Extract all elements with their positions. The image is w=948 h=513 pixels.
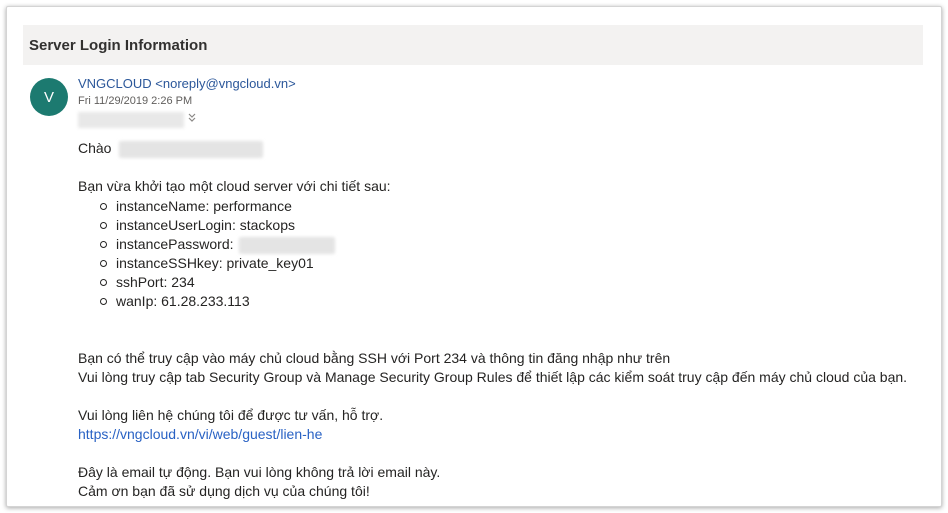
email-reading-pane: Server Login Information V VNGCLOUD <nor… <box>6 6 942 507</box>
sender-avatar[interactable]: V <box>30 78 68 116</box>
greeting: Chào <box>78 140 112 156</box>
contact-link[interactable]: https://vngcloud.vn/vi/web/guest/lien-he <box>78 426 322 442</box>
auto-reply-line: Đây là email tự động. Bạn vui lòng không… <box>78 464 441 480</box>
redacted-recipient <box>78 112 184 128</box>
bullet-icon <box>100 279 107 286</box>
sent-date: Fri 11/29/2019 2:26 PM <box>78 95 193 107</box>
list-item: wanIp: 61.28.233.113 <box>100 292 938 311</box>
redacted-password <box>239 236 336 254</box>
bullet-icon <box>100 203 107 210</box>
list-item: sshPort: 234 <box>100 273 938 292</box>
email-body: Chào Bạn vừa khởi tạo một cloud server v… <box>78 139 938 501</box>
list-item: instanceUserLogin: stackops <box>100 216 938 235</box>
bullet-icon <box>100 241 107 248</box>
access-line: Bạn có thể truy cập vào máy chủ cloud bằ… <box>78 350 671 366</box>
sender-name[interactable]: VNGCLOUD <noreply@vngcloud.vn> <box>78 76 296 91</box>
server-details-list: instanceName: performance instanceUserLo… <box>100 197 938 311</box>
bullet-icon <box>100 298 107 305</box>
list-item: instanceName: performance <box>100 197 938 216</box>
security-line: Vui lòng truy cập tab Security Group và … <box>78 369 908 385</box>
greeting-line: Chào <box>78 139 938 158</box>
redacted-name <box>119 140 264 158</box>
double-chevron-down-icon[interactable] <box>186 111 198 125</box>
avatar-initial: V <box>43 88 54 106</box>
intro-line: Bạn vừa khởi tạo một cloud server với ch… <box>78 178 391 194</box>
list-item: instanceSSHkey: private_key01 <box>100 254 938 273</box>
thanks-line: Cảm ơn bạn đã sử dụng dịch vụ của chúng … <box>78 483 370 499</box>
bullet-icon <box>100 222 107 229</box>
subject-header: Server Login Information <box>23 25 923 65</box>
contact-line: Vui lòng liên hệ chúng tôi để được tư vấ… <box>78 407 384 423</box>
bullet-icon <box>100 260 107 267</box>
list-item: instancePassword: <box>100 235 938 254</box>
email-subject: Server Login Information <box>29 36 208 54</box>
